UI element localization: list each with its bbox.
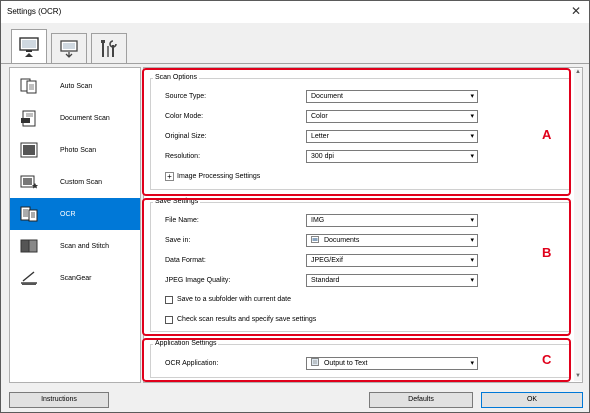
mode-custom-scan[interactable]: Custom Scan bbox=[10, 166, 140, 198]
scangear-icon bbox=[18, 268, 40, 288]
settings-window: Settings (OCR) ✕ Auto Scan Document Scan… bbox=[0, 0, 590, 413]
defaults-button[interactable]: Defaults bbox=[369, 392, 473, 408]
annotation-marker-b: B bbox=[542, 245, 552, 260]
photo-scan-icon bbox=[18, 140, 40, 160]
scanner-panel-icon bbox=[60, 39, 78, 58]
mode-label: Document Scan bbox=[60, 114, 110, 122]
annotation-frame-a bbox=[142, 68, 571, 196]
ok-button[interactable]: OK bbox=[481, 392, 583, 408]
mode-photo-scan[interactable]: Photo Scan bbox=[10, 134, 140, 166]
computer-scan-icon bbox=[19, 37, 39, 57]
mode-label: Auto Scan bbox=[60, 82, 93, 90]
instructions-button[interactable]: Instructions bbox=[9, 392, 109, 408]
scroll-down-icon[interactable]: ▼ bbox=[574, 373, 582, 381]
auto-scan-icon bbox=[18, 76, 40, 96]
mode-label: Custom Scan bbox=[60, 178, 103, 186]
mode-label: OCR bbox=[60, 210, 76, 218]
mode-label: Scan and Stitch bbox=[60, 242, 110, 250]
annotation-marker-c: C bbox=[542, 352, 552, 367]
mode-scan-and-stitch[interactable]: Scan and Stitch bbox=[10, 230, 140, 262]
title-bar: Settings (OCR) ✕ bbox=[1, 1, 589, 23]
custom-scan-icon bbox=[18, 172, 40, 192]
scroll-up-icon[interactable]: ▲ bbox=[574, 69, 582, 77]
mode-document-scan[interactable]: Document Scan bbox=[10, 102, 140, 134]
annotation-frame-b bbox=[142, 198, 571, 336]
tools-icon bbox=[101, 39, 117, 57]
mode-auto-scan[interactable]: Auto Scan bbox=[10, 70, 140, 102]
tab-scan-from-operation-panel[interactable] bbox=[51, 33, 87, 63]
document-scan-icon bbox=[18, 108, 40, 128]
mode-label: ScanGear bbox=[60, 274, 92, 282]
tab-general-settings[interactable] bbox=[91, 33, 127, 63]
tab-scan-from-computer[interactable] bbox=[11, 29, 47, 64]
annotation-frame-c bbox=[142, 338, 571, 382]
annotation-marker-a: A bbox=[542, 127, 552, 142]
mode-scangear[interactable]: ScanGear bbox=[10, 262, 140, 294]
tab-divider bbox=[1, 63, 589, 64]
mode-label: Photo Scan bbox=[60, 146, 97, 154]
tab-bar bbox=[1, 23, 589, 64]
close-icon[interactable]: ✕ bbox=[571, 4, 581, 18]
window-title: Settings (OCR) bbox=[7, 7, 62, 16]
ocr-icon bbox=[18, 204, 40, 224]
settings-scrollbar[interactable]: ▲ ▼ bbox=[574, 69, 582, 381]
scan-mode-list: Auto Scan Document Scan Photo Scan Custo… bbox=[9, 67, 141, 383]
scan-and-stitch-icon bbox=[18, 236, 40, 256]
mode-ocr[interactable]: OCR bbox=[10, 198, 140, 230]
